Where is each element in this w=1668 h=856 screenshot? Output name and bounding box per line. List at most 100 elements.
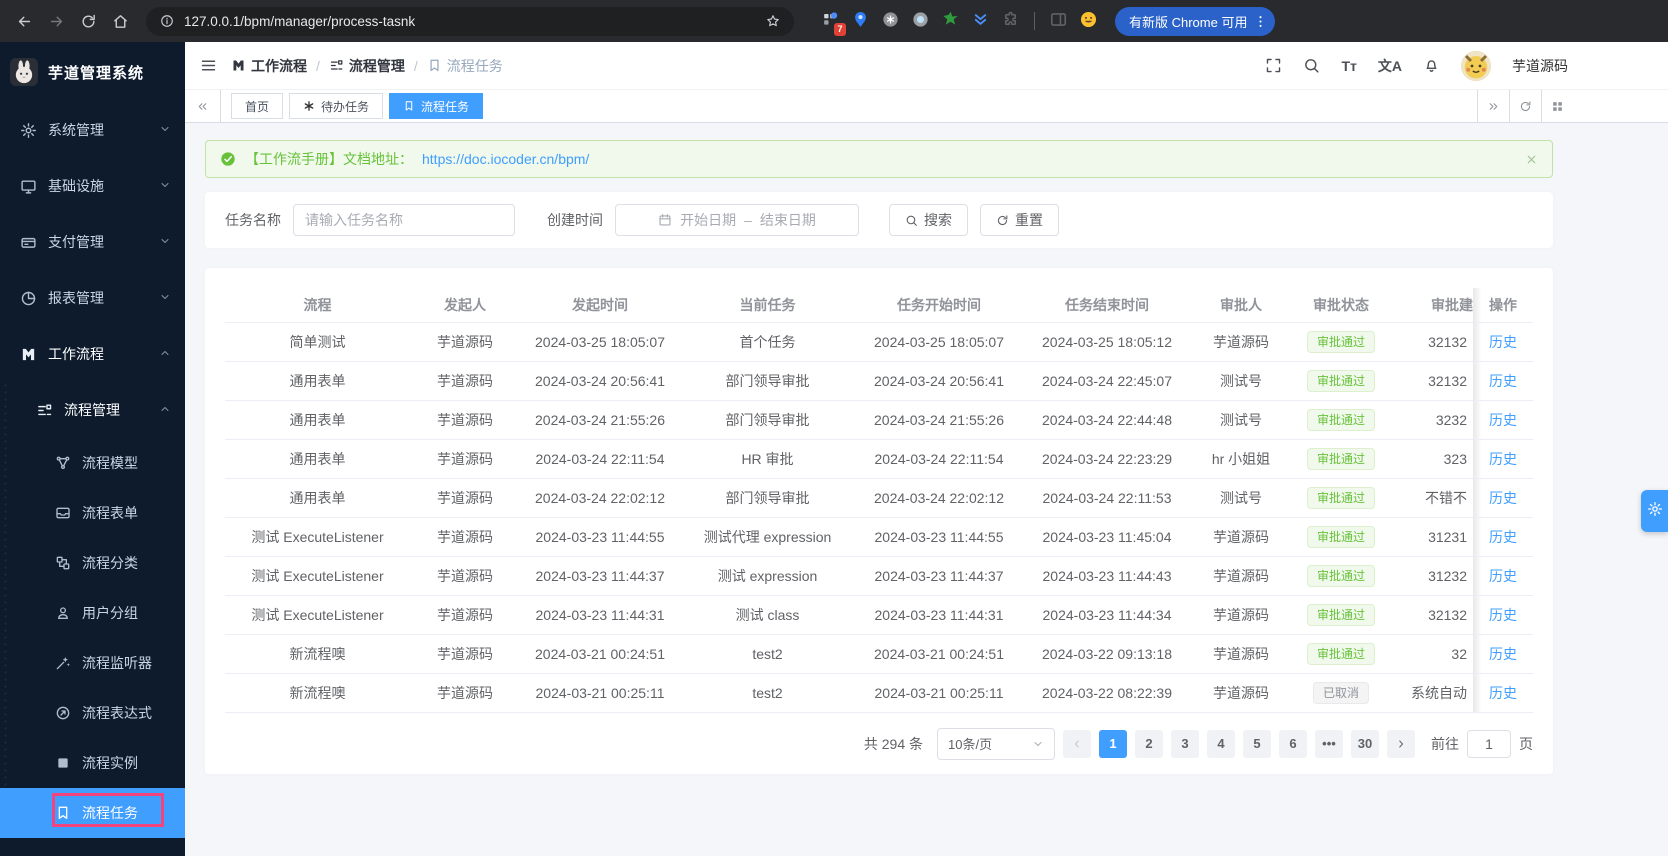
extension-dot-icon[interactable] — [910, 11, 931, 32]
tab-流程任务[interactable]: 流程任务 — [389, 93, 484, 119]
sidebar-item-流程模型[interactable]: 流程模型 — [0, 438, 185, 488]
date-range-picker[interactable]: 开始日期 – 结束日期 — [615, 204, 859, 236]
history-link[interactable]: 历史 — [1489, 529, 1517, 545]
sidebar-item-流程任务[interactable]: 流程任务 — [0, 788, 185, 838]
sidebar-item-系统管理[interactable]: 系统管理 — [0, 102, 185, 158]
cell-text: 31232 — [1428, 567, 1467, 584]
history-link[interactable]: 历史 — [1489, 490, 1517, 506]
page-button-3[interactable]: 3 — [1171, 729, 1199, 758]
cell-start_time: 2024-03-25 18:05:07 — [520, 322, 680, 362]
browser-menu-icon[interactable] — [1249, 7, 1271, 35]
global-search-icon[interactable] — [1303, 57, 1320, 74]
history-link[interactable]: 历史 — [1489, 646, 1517, 662]
cell-text: 芋道源码 — [1213, 333, 1269, 350]
tab-menu-grid-icon[interactable] — [1541, 90, 1573, 122]
cell-text: 测试代理 expression — [703, 528, 832, 545]
task-name-input[interactable] — [293, 204, 515, 236]
history-link[interactable]: 历史 — [1489, 412, 1517, 428]
sidebar-item-流程监听器[interactable]: 流程监听器 — [0, 638, 185, 688]
username[interactable]: 芋道源码 — [1512, 56, 1568, 76]
sidebar-menu: 系统管理 基础设施 支付管理 报表管理 工作流程 流程管理 流程模型 流程表单 流程分类 用户分组… — [0, 102, 185, 838]
page-button-6[interactable]: 6 — [1279, 729, 1307, 758]
instance-icon — [55, 755, 71, 771]
tabs-scroll-right-icon[interactable] — [1477, 90, 1509, 122]
page-button-30[interactable]: 30 — [1351, 729, 1379, 758]
fullscreen-icon[interactable] — [1265, 57, 1282, 74]
extension-password-icon[interactable]: 7 — [820, 11, 846, 36]
browser-home-icon[interactable] — [106, 7, 134, 35]
history-link[interactable]: 历史 — [1489, 607, 1517, 623]
history-link[interactable]: 历史 — [1489, 334, 1517, 350]
page-button-4[interactable]: 4 — [1207, 729, 1235, 758]
breadcrumb-item-工作流程[interactable]: 工作流程 — [231, 56, 307, 76]
goto-page-input[interactable] — [1467, 729, 1511, 758]
prev-page-button[interactable] — [1063, 729, 1091, 758]
pages-more-button[interactable]: ••• — [1315, 729, 1343, 758]
address-bar[interactable]: 127.0.0.1/bpm/manager/process-tasnk — [146, 6, 794, 36]
settings-drawer-button[interactable] — [1641, 490, 1668, 532]
page-button-1[interactable]: 1 — [1099, 729, 1127, 758]
sidebar-item-工作流程[interactable]: 工作流程 — [0, 326, 185, 382]
sidebar-item-用户分组[interactable]: 用户分组 — [0, 588, 185, 638]
chevron-down-icon — [159, 291, 171, 306]
notification-bell-icon[interactable] — [1423, 57, 1440, 74]
cell-text: 芋道源码 — [1213, 684, 1269, 701]
sidebar-item-报表管理[interactable]: 报表管理 — [0, 270, 185, 326]
next-page-button[interactable] — [1387, 729, 1415, 758]
cell-approver: 芋道源码 — [1191, 634, 1291, 674]
page-size-select[interactable]: 10条/页 — [937, 727, 1055, 760]
side-panel-icon[interactable] — [1048, 11, 1069, 32]
alert-doc-link[interactable]: https://doc.iocoder.cn/bpm/ — [422, 151, 589, 167]
sidebar-item-流程实例[interactable]: 流程实例 — [0, 738, 185, 788]
workflow-icon — [20, 346, 37, 363]
sidebar-item-流程表达式[interactable]: 流程表达式 — [0, 688, 185, 738]
profile-emoji-icon[interactable] — [1078, 11, 1099, 32]
tab-首页[interactable]: 首页 — [231, 93, 284, 119]
cell-comment: 32 — [1391, 634, 1473, 674]
task-name-field[interactable] — [305, 212, 503, 228]
cell-starter: 芋道源码 — [410, 322, 520, 362]
browser-back-icon[interactable] — [10, 7, 38, 35]
alert-close-icon[interactable] — [1525, 153, 1538, 166]
translate-icon[interactable]: 文A — [1378, 56, 1402, 76]
history-link[interactable]: 历史 — [1489, 685, 1517, 701]
sidebar-item-流程表单[interactable]: 流程表单 — [0, 488, 185, 538]
breadcrumb-item-流程管理[interactable]: 流程管理 — [329, 56, 405, 76]
top-navbar: 工作流程 / 流程管理 / 流程任务 Tт 文A 芋道源码 — [185, 42, 1668, 90]
goto-label: 前往 — [1431, 735, 1459, 752]
breadcrumb-separator: / — [316, 57, 320, 74]
cell-start_time: 2024-03-21 00:25:11 — [520, 673, 680, 713]
history-link[interactable]: 历史 — [1489, 451, 1517, 467]
font-size-icon[interactable]: Tт — [1341, 58, 1356, 74]
extension-star-icon[interactable] — [940, 11, 961, 32]
browser-forward-icon[interactable] — [42, 7, 70, 35]
browser-reload-icon[interactable] — [74, 7, 102, 35]
app-logo[interactable]: 芋道管理系统 — [0, 42, 185, 102]
reset-button[interactable]: 重置 — [980, 204, 1059, 236]
tabs-scroll-left-icon[interactable] — [185, 90, 221, 122]
collapse-menu-icon[interactable] — [200, 57, 217, 74]
cell-process: 通用表单 — [225, 400, 410, 440]
extension-asterisk-icon[interactable] — [880, 11, 901, 32]
tab-待办任务[interactable]: 待办任务 — [289, 93, 384, 119]
site-info-icon[interactable] — [156, 10, 178, 32]
search-button[interactable]: 搜索 — [889, 204, 968, 236]
sidebar-item-支付管理[interactable]: 支付管理 — [0, 214, 185, 270]
tab-refresh-icon[interactable] — [1509, 90, 1541, 122]
bookmark-star-icon[interactable] — [762, 10, 784, 32]
page-button-5[interactable]: 5 — [1243, 729, 1271, 758]
breadcrumb-item-流程任务[interactable]: 流程任务 — [427, 56, 503, 76]
extensions-puzzle-icon[interactable] — [1000, 11, 1021, 32]
page-button-2[interactable]: 2 — [1135, 729, 1163, 758]
user-avatar[interactable] — [1461, 50, 1491, 81]
sidebar-item-流程管理[interactable]: 流程管理 — [0, 382, 185, 438]
cell-comment: 3232 — [1391, 400, 1473, 440]
history-link[interactable]: 历史 — [1489, 568, 1517, 584]
sidebar-item-流程分类[interactable]: 流程分类 — [0, 538, 185, 588]
extension-pin-icon[interactable] — [850, 11, 871, 32]
history-link[interactable]: 历史 — [1489, 373, 1517, 389]
sidebar-item-基础设施[interactable]: 基础设施 — [0, 158, 185, 214]
extension-chevrons-icon[interactable] — [970, 11, 991, 32]
cell-comment: 不错不 — [1391, 478, 1473, 518]
chrome-update-button[interactable]: 有新版 Chrome 可用 — [1115, 6, 1276, 36]
